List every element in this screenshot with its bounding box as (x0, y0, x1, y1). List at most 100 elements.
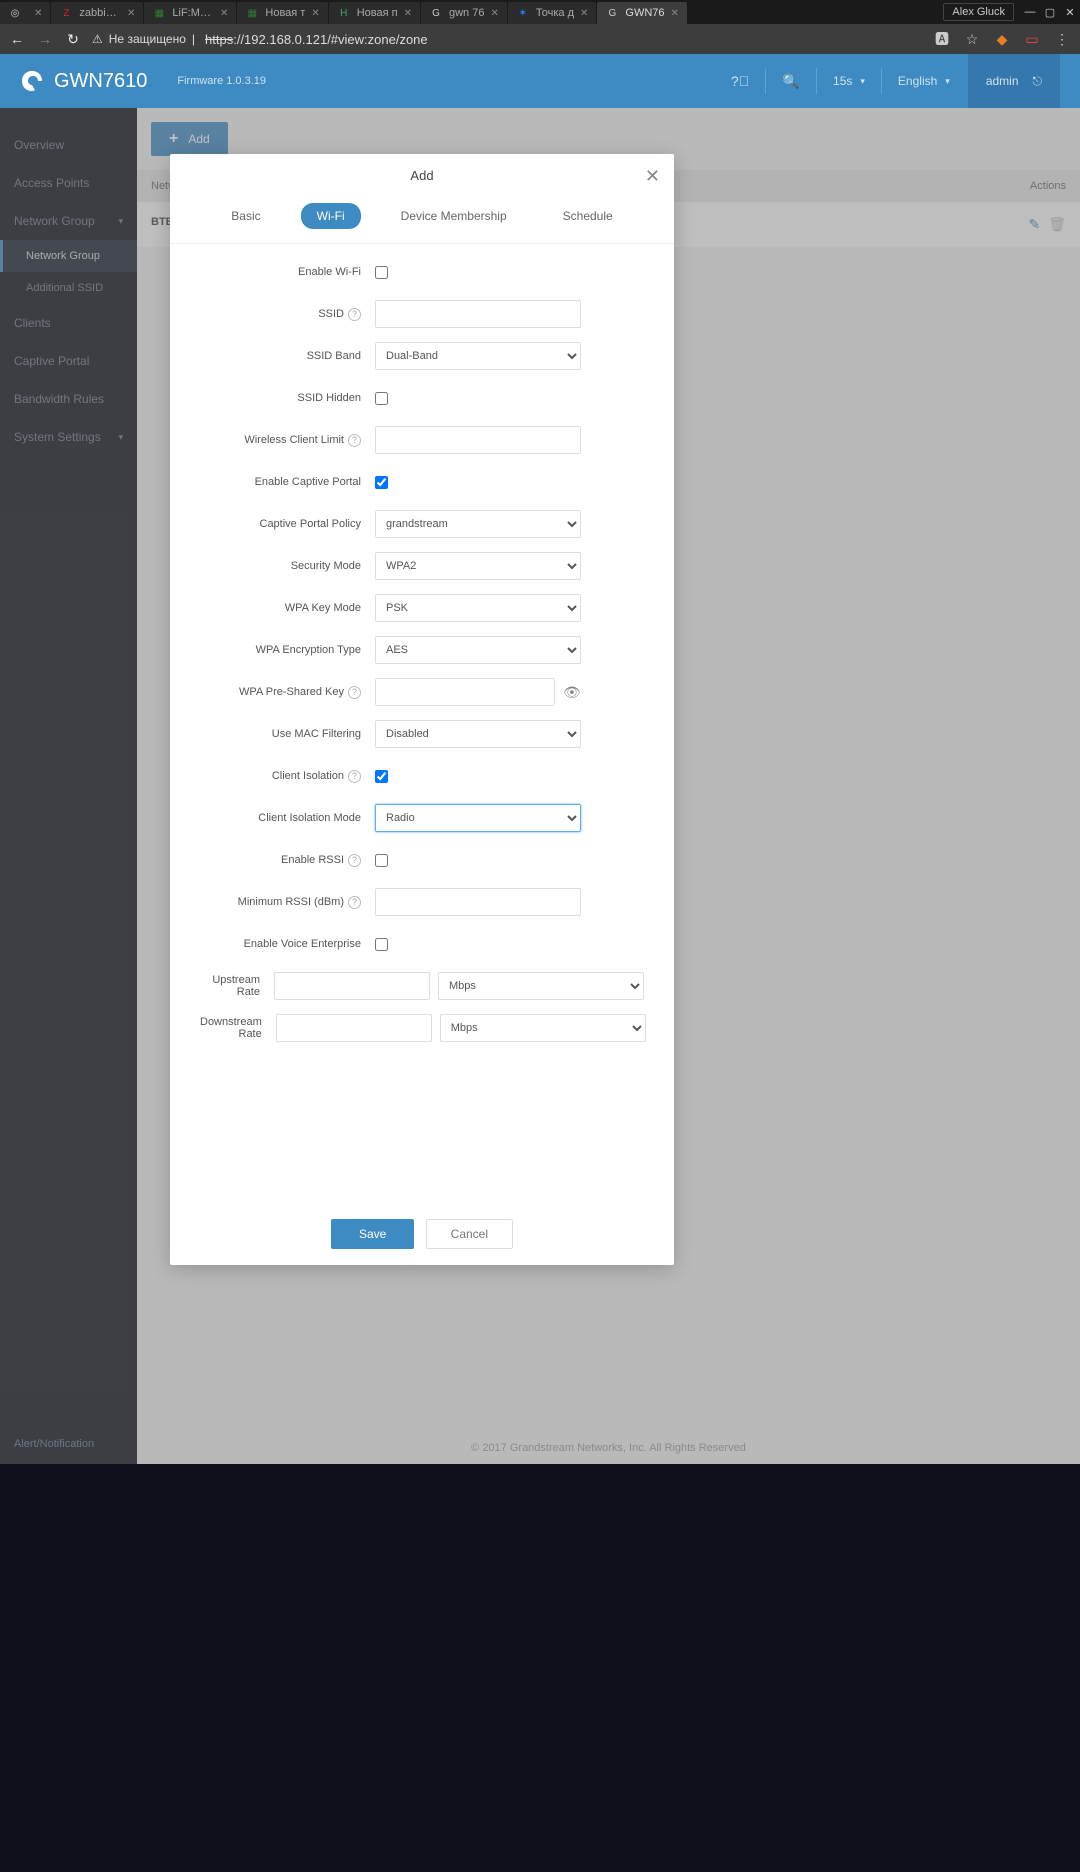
help-icon[interactable]: ? (348, 854, 361, 867)
user-menu[interactable]: admin⎋ (968, 54, 1060, 108)
tab-close-icon[interactable]: ✕ (404, 8, 412, 19)
language-dropdown[interactable]: English▾ (890, 74, 958, 88)
isolation-mode-label: Client Isolation Mode (200, 812, 375, 824)
tab-device[interactable]: Device Membership (385, 203, 523, 229)
captive-policy-select[interactable]: grandstream (375, 510, 581, 538)
ssid-band-select[interactable]: Dual-Band (375, 342, 581, 370)
security-mode-label: Security Mode (200, 560, 375, 572)
ssid-input[interactable] (375, 300, 581, 328)
security-badge[interactable]: ⚠ Не защищено | (92, 32, 195, 46)
cancel-button[interactable]: Cancel (426, 1219, 513, 1249)
save-button[interactable]: Save (331, 1219, 414, 1249)
wpa-enc-select[interactable]: AES (375, 636, 581, 664)
chevron-down-icon: ▾ (945, 76, 950, 87)
tab-title: GWN76 (625, 7, 664, 19)
modal-title: Add (410, 168, 433, 183)
downstream-label: Downstream Rate (200, 1016, 276, 1040)
tab-title: gwn 76 (449, 7, 484, 19)
browser-tab[interactable]: G GWN76 ✕ (597, 2, 687, 24)
help-icon[interactable]: ? (348, 686, 361, 699)
browser-tab[interactable]: Ggwn 76✕ (421, 2, 507, 24)
browser-tab[interactable]: ✶Точка д✕ (508, 2, 597, 24)
url-text[interactable]: https://192.168.0.121/#view:zone/zone (205, 32, 428, 47)
close-window-icon[interactable]: ✕ (1060, 6, 1080, 19)
tab-title: zabbix.bt (79, 7, 121, 19)
captive-policy-label: Captive Portal Policy (200, 518, 375, 530)
search-icon[interactable]: 🔍 (774, 73, 808, 90)
warning-icon: ⚠ (92, 32, 103, 46)
menu-icon[interactable]: ⋮ (1052, 31, 1072, 48)
tab-favicon-icon: G (605, 6, 619, 20)
downstream-input[interactable] (276, 1014, 432, 1042)
psk-input[interactable] (375, 678, 555, 706)
reload-icon[interactable]: ↻ (64, 31, 82, 48)
mac-filter-select[interactable]: Disabled (375, 720, 581, 748)
isolation-checkbox[interactable] (375, 770, 388, 783)
browser-tab[interactable]: HНовая п✕ (329, 2, 420, 24)
ssid-band-label: SSID Band (200, 350, 375, 362)
sidebar-footer[interactable]: Alert/Notification (0, 1424, 137, 1464)
modal-tabs: Basic Wi-Fi Device Membership Schedule (170, 197, 674, 244)
logout-icon[interactable]: ⎋ (1033, 74, 1043, 89)
min-rssi-input[interactable] (375, 888, 581, 916)
tab-basic[interactable]: Basic (215, 203, 276, 229)
help-icon[interactable]: ? (348, 896, 361, 909)
tab-schedule[interactable]: Schedule (547, 203, 629, 229)
mac-filter-label: Use MAC Filtering (200, 728, 375, 740)
chevron-down-icon: ▾ (860, 76, 865, 87)
upstream-input[interactable] (274, 972, 430, 1000)
help-icon[interactable]: ? (348, 308, 361, 321)
browser-tab[interactable]: Zzabbix.bt ✕ (51, 2, 143, 24)
browser-profile[interactable]: Alex Gluck (943, 3, 1014, 21)
downstream-unit-select[interactable]: Mbps (440, 1014, 646, 1042)
tab-favicon-icon: Z (59, 6, 73, 20)
tab-title: Новая т (265, 7, 305, 19)
rssi-checkbox[interactable] (375, 854, 388, 867)
voice-checkbox[interactable] (375, 938, 388, 951)
tab-close-icon[interactable]: ✕ (311, 8, 319, 19)
upstream-unit-select[interactable]: Mbps (438, 972, 644, 1000)
back-icon[interactable]: ← (8, 31, 26, 47)
captive-checkbox[interactable] (375, 476, 388, 489)
tab-title: LiF:MMO (172, 7, 214, 19)
voice-label: Enable Voice Enterprise (200, 938, 375, 950)
help-icon[interactable]: ? (348, 434, 361, 447)
tab-close-icon[interactable]: ✕ (127, 8, 135, 19)
tab-favicon-icon: ▦ (245, 6, 259, 20)
help-icon[interactable]: ?⃝ (723, 73, 757, 89)
ext-icon-1[interactable]: ◆ (992, 31, 1012, 48)
tab-close-icon[interactable]: ✕ (34, 8, 42, 19)
maximize-icon[interactable]: ▢ (1040, 6, 1060, 19)
captive-label: Enable Captive Portal (200, 476, 375, 488)
browser-tab[interactable]: ▦LiF:MMO✕ (144, 2, 236, 24)
close-icon[interactable]: ✕ (645, 166, 660, 187)
rssi-label: Enable RSSI (281, 854, 344, 866)
tab-close-icon[interactable]: ✕ (490, 8, 498, 19)
psk-label: WPA Pre-Shared Key (239, 686, 344, 698)
eye-icon[interactable]: 👁 (563, 684, 581, 701)
wpa-enc-label: WPA Encryption Type (200, 644, 375, 656)
brand-logo-icon (20, 69, 44, 93)
tab-close-icon[interactable]: ✕ (220, 8, 228, 19)
security-mode-select[interactable]: WPA2 (375, 552, 581, 580)
translate-icon[interactable]: 🅰 (932, 29, 952, 49)
tab-wifi[interactable]: Wi-Fi (301, 203, 361, 229)
ext-icon-2[interactable]: ▭ (1022, 31, 1042, 48)
enable-wifi-checkbox[interactable] (375, 266, 388, 279)
browser-tab[interactable]: ◎✕ (0, 2, 50, 24)
help-icon[interactable]: ? (348, 770, 361, 783)
isolation-mode-select[interactable]: Radio (375, 804, 581, 832)
client-limit-input[interactable] (375, 426, 581, 454)
browser-tab[interactable]: ▦ Новая т ✕ (237, 2, 327, 24)
enable-wifi-label: Enable Wi-Fi (200, 266, 375, 278)
tab-close-icon[interactable]: ✕ (580, 8, 588, 19)
tab-close-icon[interactable]: ✕ (671, 8, 679, 19)
refresh-dropdown[interactable]: 15s▾ (825, 74, 873, 88)
minimize-icon[interactable]: — (1020, 6, 1040, 18)
tab-title: Новая п (357, 7, 398, 19)
forward-icon[interactable]: → (36, 31, 54, 47)
star-icon[interactable]: ☆ (962, 31, 982, 48)
ssid-hidden-checkbox[interactable] (375, 392, 388, 405)
upstream-label: Upstream Rate (200, 974, 274, 998)
wpa-mode-select[interactable]: PSK (375, 594, 581, 622)
